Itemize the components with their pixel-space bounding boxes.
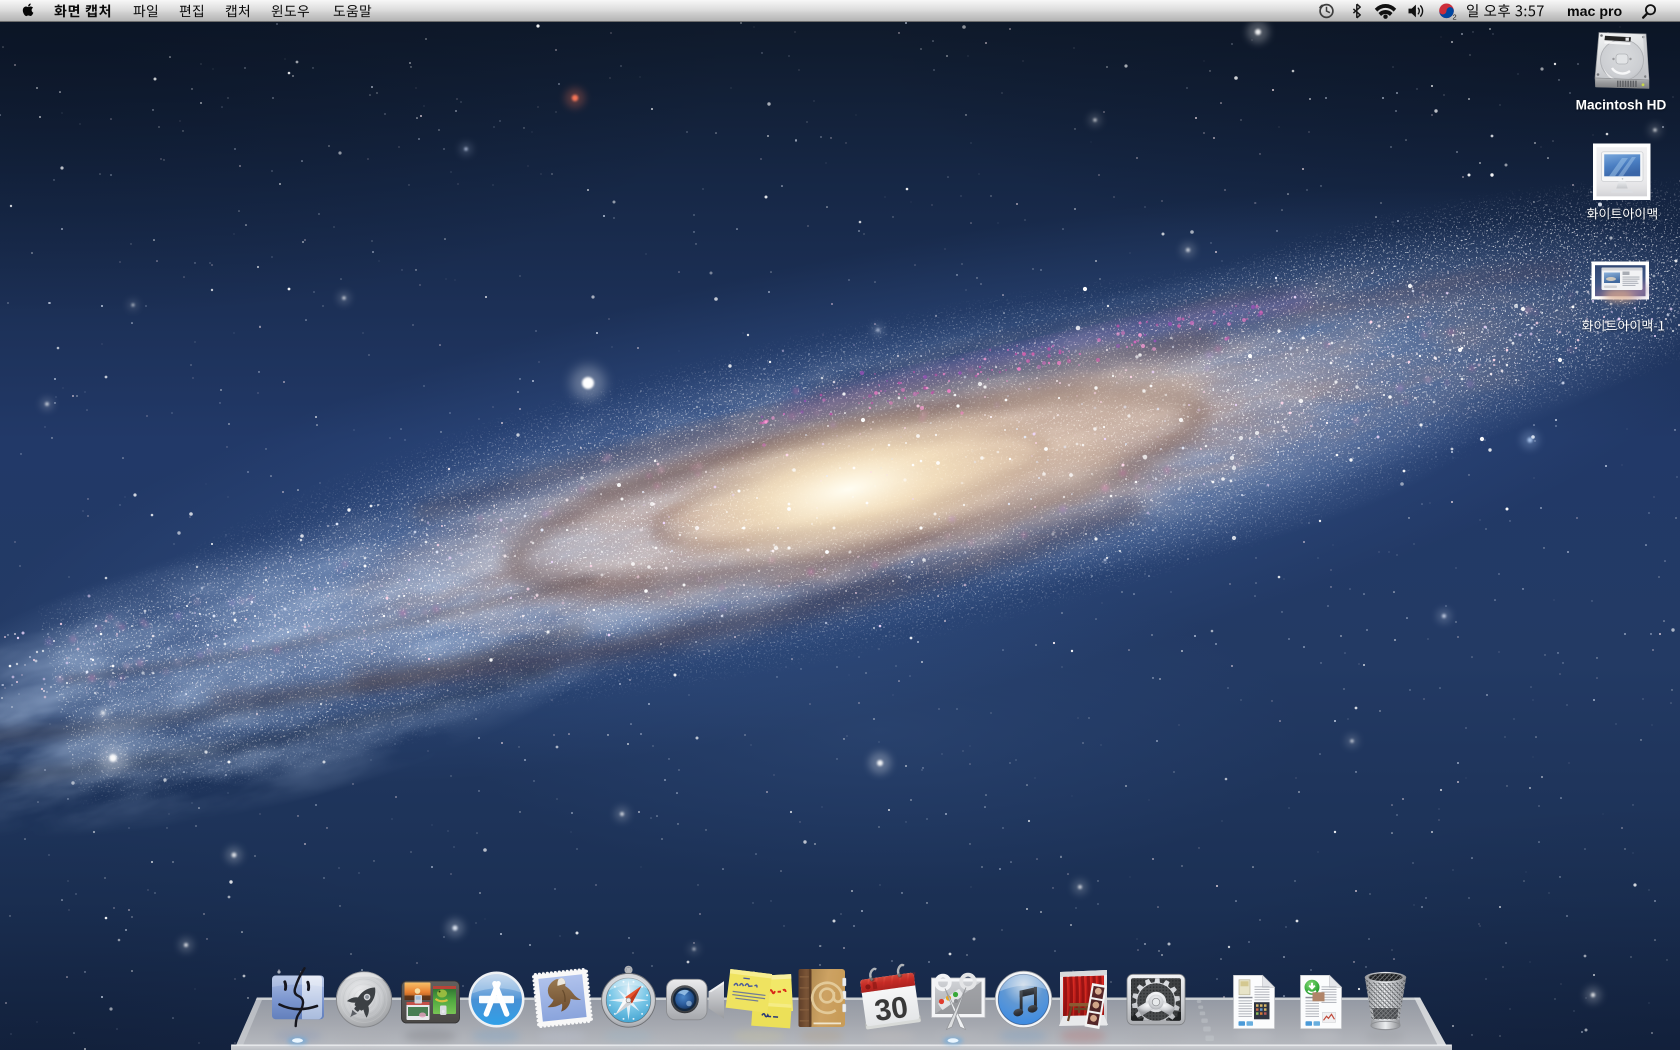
svg-text:Macintosh HD: Macintosh HD (1576, 97, 1667, 112)
svg-text:mac pro: mac pro (1567, 4, 1623, 20)
svg-text:30: 30 (873, 991, 911, 1028)
svg-text:2: 2 (1453, 13, 1457, 22)
